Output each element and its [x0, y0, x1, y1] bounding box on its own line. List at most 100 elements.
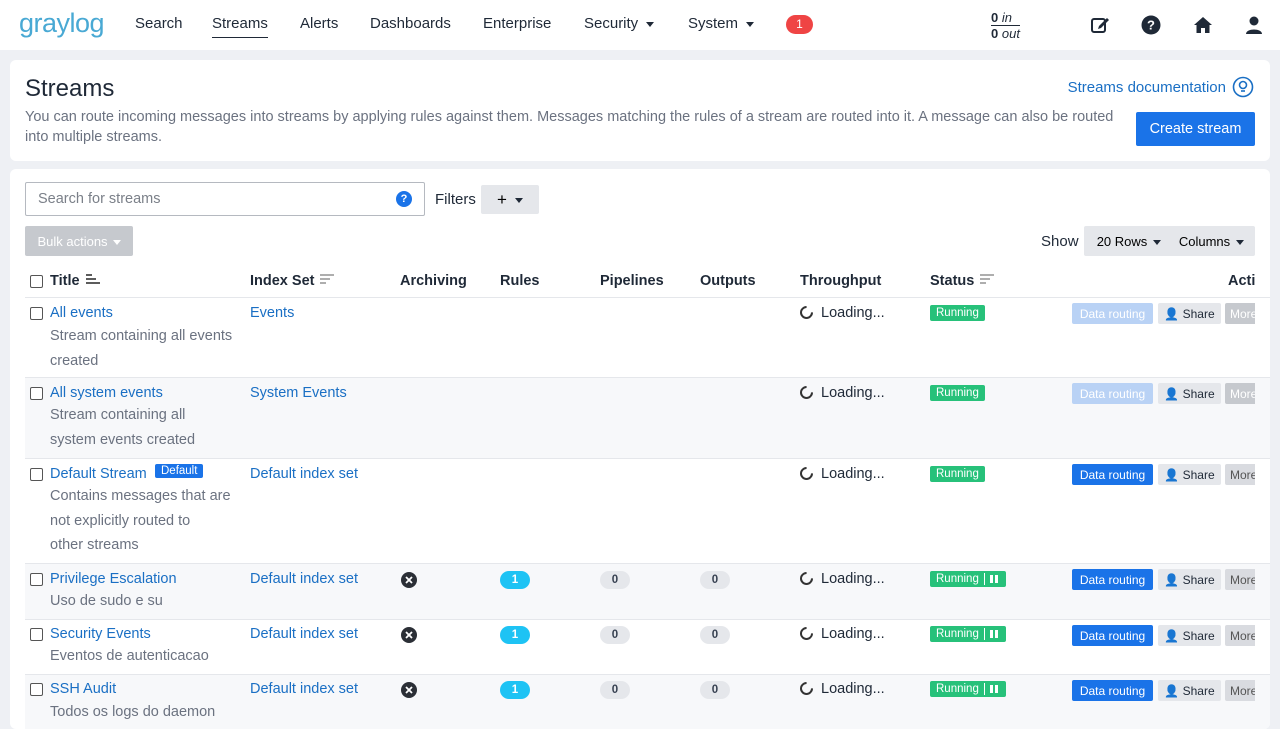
nav-system-label: System [688, 15, 739, 32]
data-routing-button[interactable]: Data routing [1072, 383, 1153, 404]
bulk-actions-button[interactable]: Bulk actions [25, 226, 133, 256]
index-set-link[interactable]: Default index set [250, 466, 358, 482]
create-stream-button[interactable]: Create stream [1136, 112, 1255, 146]
sort-ascending-icon[interactable] [85, 273, 100, 289]
nav-system[interactable]: System [688, 15, 755, 32]
throughput-indicator[interactable]: 0 in 0 out [991, 10, 1020, 41]
status-badge[interactable]: Running [930, 626, 1006, 642]
row-checkbox[interactable] [30, 573, 43, 586]
pipelines-count-badge[interactable]: 0 [600, 681, 630, 699]
share-button[interactable]: 👤 Share [1158, 569, 1221, 590]
data-routing-button[interactable]: Data routing [1072, 680, 1153, 701]
stream-title-link[interactable]: All system events [50, 385, 163, 401]
data-routing-button[interactable]: Data routing [1072, 303, 1153, 324]
more-actions-button[interactable]: More [1225, 303, 1255, 324]
user-icon[interactable] [1243, 14, 1265, 36]
rules-count-badge[interactable]: 1 [500, 626, 530, 644]
throughput-loading: Loading... [797, 569, 885, 588]
throughput-loading-text: Loading... [821, 305, 885, 321]
more-actions-button[interactable]: More [1225, 383, 1255, 404]
select-all-checkbox[interactable] [30, 275, 43, 288]
share-label: Share [1182, 683, 1215, 698]
data-routing-button[interactable]: Data routing [1072, 625, 1153, 646]
status-badge[interactable]: Running [930, 681, 1006, 697]
pause-icon[interactable] [983, 573, 1000, 585]
edit-icon[interactable] [1089, 14, 1111, 36]
status-badge[interactable]: Running [930, 385, 985, 401]
stream-description: Contains messages that are not explicitly… [50, 484, 231, 558]
outputs-count-badge[interactable]: 0 [700, 626, 730, 644]
more-actions-button[interactable]: More [1225, 569, 1255, 590]
search-input[interactable] [26, 183, 386, 215]
row-checkbox[interactable] [30, 387, 43, 400]
status-badge[interactable]: Running [930, 466, 985, 482]
outputs-count-badge[interactable]: 0 [700, 681, 730, 699]
index-set-link[interactable]: Events [250, 305, 294, 321]
share-button[interactable]: 👤 Share [1158, 464, 1221, 485]
rules-count-badge[interactable]: 1 [500, 571, 530, 589]
data-routing-button[interactable]: Data routing [1072, 464, 1153, 485]
stream-title-link[interactable]: All events [50, 305, 113, 321]
throughput-loading: Loading... [797, 624, 885, 643]
share-button[interactable]: 👤 Share [1158, 625, 1221, 646]
status-badge[interactable]: Running [930, 571, 1006, 587]
stream-title-link[interactable]: Privilege Escalation [50, 571, 177, 587]
nav-streams[interactable]: Streams [212, 15, 268, 38]
data-routing-button[interactable]: Data routing [1072, 569, 1153, 590]
nav-security-label: Security [584, 15, 639, 32]
more-actions-button[interactable]: More [1225, 625, 1255, 646]
row-checkbox[interactable] [30, 683, 43, 696]
sort-icon[interactable] [980, 273, 995, 289]
pause-icon[interactable] [983, 683, 1000, 695]
index-set-link[interactable]: Default index set [250, 626, 358, 642]
share-button[interactable]: 👤 Share [1158, 303, 1221, 324]
streams-documentation-link[interactable]: Streams documentation [1068, 79, 1226, 96]
spinner-icon [797, 383, 816, 402]
index-set-link[interactable]: Default index set [250, 681, 358, 697]
column-header-status[interactable]: Status [930, 273, 995, 289]
share-label: Share [1182, 572, 1215, 587]
row-checkbox[interactable] [30, 307, 43, 320]
more-actions-button[interactable]: More [1225, 680, 1255, 701]
chevron-down-icon [746, 21, 755, 27]
nav-dashboards[interactable]: Dashboards [370, 15, 451, 32]
pipelines-count-badge[interactable]: 0 [600, 626, 630, 644]
stream-title-link[interactable]: Default Stream [50, 466, 147, 482]
stream-title-link[interactable]: SSH Audit [50, 681, 116, 697]
share-button[interactable]: 👤 Share [1158, 383, 1221, 404]
search-help-icon[interactable]: ? [396, 191, 412, 207]
nav-search[interactable]: Search [135, 15, 183, 32]
index-set-link[interactable]: Default index set [250, 571, 358, 587]
more-actions-button[interactable]: More [1225, 464, 1255, 485]
column-header-index-set[interactable]: Index Set [250, 273, 335, 289]
status-badge[interactable]: Running [930, 305, 985, 321]
row-checkbox[interactable] [30, 468, 43, 481]
row-checkbox[interactable] [30, 628, 43, 641]
rules-count-badge[interactable]: 1 [500, 681, 530, 699]
share-user-icon: 👤 [1164, 386, 1180, 401]
stream-description: Eventos de autenticacao [50, 648, 209, 664]
home-icon[interactable] [1192, 14, 1214, 36]
nav-alerts[interactable]: Alerts [300, 15, 338, 32]
index-set-link[interactable]: System Events [250, 385, 347, 401]
rows-per-page-button[interactable]: 20 Rows [1084, 226, 1174, 256]
sort-icon[interactable] [320, 273, 335, 289]
pause-icon[interactable] [983, 628, 1000, 640]
columns-button[interactable]: Columns [1168, 226, 1255, 256]
notification-badge[interactable]: 1 [786, 15, 813, 34]
nav-enterprise[interactable]: Enterprise [483, 15, 551, 32]
streams-table-card: ? Filters + Bulk actions Show 20 Rows Co… [10, 169, 1270, 729]
lightbulb-icon[interactable] [1232, 76, 1254, 98]
share-button[interactable]: 👤 Share [1158, 680, 1221, 701]
pipelines-count-badge[interactable]: 0 [600, 571, 630, 589]
nav-security[interactable]: Security [584, 15, 655, 32]
status-label: Running [936, 628, 979, 640]
share-label: Share [1182, 628, 1215, 643]
help-icon[interactable]: ? [1140, 14, 1162, 36]
graylog-logo[interactable]: graylog [19, 8, 105, 39]
add-filter-button[interactable]: + [481, 185, 539, 214]
outputs-count-badge[interactable]: 0 [700, 571, 730, 589]
stream-title-link[interactable]: Security Events [50, 626, 151, 642]
column-header-title[interactable]: Title [50, 273, 100, 289]
share-label: Share [1182, 386, 1215, 401]
